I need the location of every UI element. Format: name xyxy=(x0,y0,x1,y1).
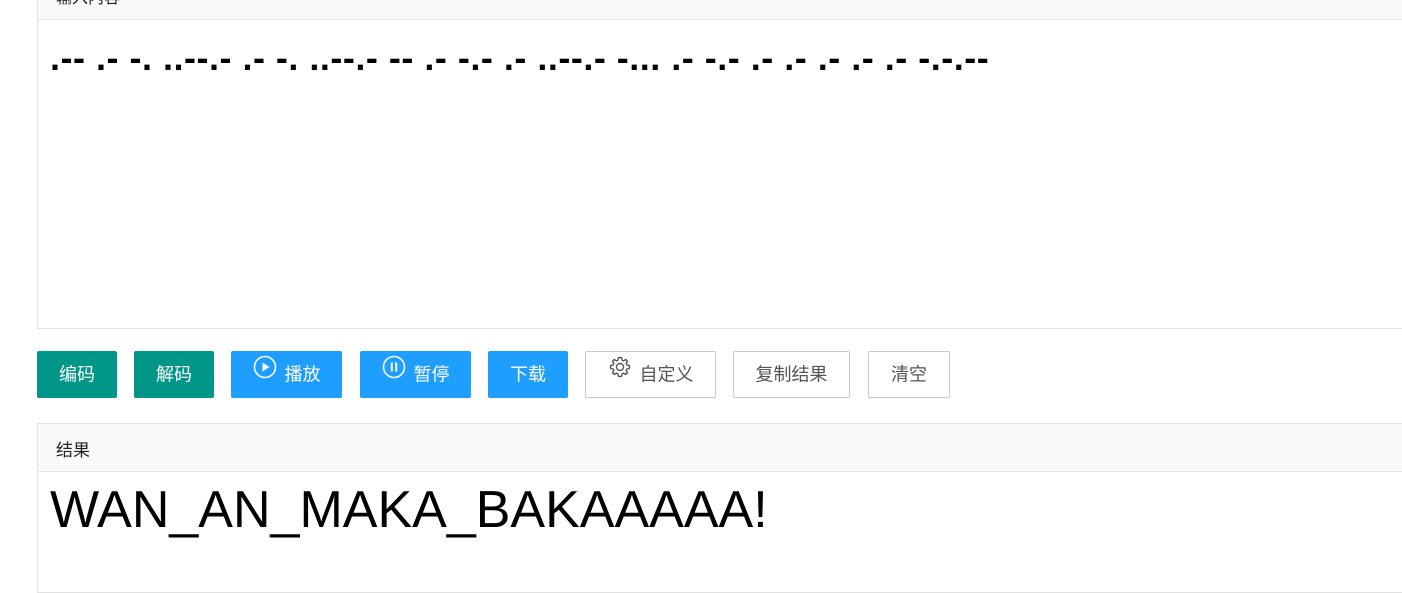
copy-result-button-label: 复制结果 xyxy=(755,364,828,386)
input-panel: 输入内容 .-- .- -. ..--.- .- -. ..--.- -- .-… xyxy=(37,0,1402,329)
pause-circle-icon xyxy=(382,350,406,397)
input-header: 输入内容 xyxy=(38,0,1402,20)
result-header-label: 结果 xyxy=(56,441,90,461)
gear-icon xyxy=(608,351,632,396)
download-button[interactable]: 下载 xyxy=(488,351,568,398)
pause-button-label: 暂停 xyxy=(413,364,450,386)
clear-button[interactable]: 清空 xyxy=(868,351,950,398)
result-output[interactable]: WAN_AN_MAKA_BAKAAAAA! xyxy=(50,480,768,540)
encode-button[interactable]: 编码 xyxy=(37,351,117,398)
play-button[interactable]: 播放 xyxy=(231,351,342,398)
encode-button-label: 编码 xyxy=(59,364,95,386)
result-header: 结果 xyxy=(38,424,1402,472)
custom-button[interactable]: 自定义 xyxy=(585,351,716,398)
input-header-label: 输入内容 xyxy=(56,0,120,8)
input-textarea[interactable]: .-- .- -. ..--.- .- -. ..--.- -- .- -.- … xyxy=(38,20,1402,328)
result-panel: 结果 WAN_AN_MAKA_BAKAAAAA! xyxy=(37,423,1402,593)
play-button-label: 播放 xyxy=(284,364,321,386)
play-circle-icon xyxy=(253,350,277,397)
decode-button[interactable]: 解码 xyxy=(134,351,214,398)
decode-button-label: 解码 xyxy=(156,364,192,386)
clear-button-label: 清空 xyxy=(891,364,927,386)
custom-button-label: 自定义 xyxy=(639,364,694,386)
copy-result-button[interactable]: 复制结果 xyxy=(733,351,850,398)
download-button-label: 下载 xyxy=(510,364,546,386)
pause-button[interactable]: 暂停 xyxy=(360,351,471,398)
